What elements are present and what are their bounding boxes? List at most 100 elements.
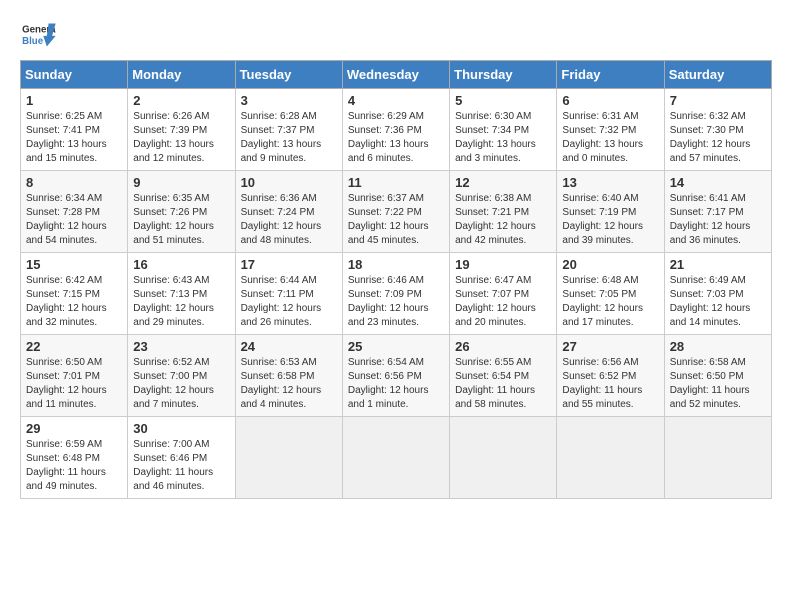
day-header-monday: Monday — [128, 61, 235, 89]
calendar-row-4: 22 Sunrise: 6:50 AMSunset: 7:01 PMDayligh… — [21, 335, 772, 417]
day-details: Sunrise: 6:38 AMSunset: 7:21 PMDaylight:… — [455, 192, 551, 248]
day-number: 14 — [670, 175, 766, 190]
day-number: 21 — [670, 257, 766, 272]
day-cell-5: 5 Sunrise: 6:30 AMSunset: 7:34 PMDaylight… — [450, 89, 557, 171]
page-header: General Blue — [20, 20, 772, 50]
day-cell-22: 22 Sunrise: 6:50 AMSunset: 7:01 PMDayligh… — [21, 335, 128, 417]
day-cell-20: 20 Sunrise: 6:48 AMSunset: 7:05 PMDayligh… — [557, 253, 664, 335]
day-cell-4: 4 Sunrise: 6:29 AMSunset: 7:36 PMDaylight… — [342, 89, 449, 171]
day-details: Sunrise: 6:58 AMSunset: 6:50 PMDaylight:… — [670, 356, 766, 412]
day-details: Sunrise: 6:28 AMSunset: 7:37 PMDaylight:… — [241, 110, 337, 166]
day-header-sunday: Sunday — [21, 61, 128, 89]
calendar-table: SundayMondayTuesdayWednesdayThursdayFrid… — [20, 60, 772, 499]
day-details: Sunrise: 6:25 AMSunset: 7:41 PMDaylight:… — [26, 110, 122, 166]
day-cell-26: 26 Sunrise: 6:55 AMSunset: 6:54 PMDayligh… — [450, 335, 557, 417]
day-details: Sunrise: 6:47 AMSunset: 7:07 PMDaylight:… — [455, 274, 551, 330]
day-cell-29: 29Sunrise: 6:59 AMSunset: 6:48 PMDayligh… — [21, 417, 128, 499]
calendar-row-1: 1 Sunrise: 6:25 AMSunset: 7:41 PMDaylight… — [21, 89, 772, 171]
day-cell-24: 24 Sunrise: 6:53 AMSunset: 6:58 PMDayligh… — [235, 335, 342, 417]
logo-icon: General Blue — [20, 20, 56, 50]
header-row: SundayMondayTuesdayWednesdayThursdayFrid… — [21, 61, 772, 89]
day-number: 7 — [670, 93, 766, 108]
day-cell-15: 15Sunrise: 6:42 AMSunset: 7:15 PMDayligh… — [21, 253, 128, 335]
day-cell-21: 21 Sunrise: 6:49 AMSunset: 7:03 PMDayligh… — [664, 253, 771, 335]
calendar-row-5: 29Sunrise: 6:59 AMSunset: 6:48 PMDayligh… — [21, 417, 772, 499]
day-cell-30: 30 Sunrise: 7:00 AMSunset: 6:46 PMDayligh… — [128, 417, 235, 499]
day-details: Sunrise: 6:26 AMSunset: 7:39 PMDaylight:… — [133, 110, 229, 166]
day-cell-18: 18Sunrise: 6:46 AMSunset: 7:09 PMDayligh… — [342, 253, 449, 335]
day-number: 4 — [348, 93, 444, 108]
day-details: Sunrise: 6:30 AMSunset: 7:34 PMDaylight:… — [455, 110, 551, 166]
day-number: 19 — [455, 257, 551, 272]
day-cell-16: 16 Sunrise: 6:43 AMSunset: 7:13 PMDayligh… — [128, 253, 235, 335]
day-number: 9 — [133, 175, 229, 190]
day-cell-25: 25 Sunrise: 6:54 AMSunset: 6:56 PMDayligh… — [342, 335, 449, 417]
day-number: 16 — [133, 257, 229, 272]
day-cell-13: 13Sunrise: 6:40 AMSunset: 7:19 PMDayligh… — [557, 171, 664, 253]
day-details: Sunrise: 6:41 AMSunset: 7:17 PMDaylight:… — [670, 192, 766, 248]
day-cell-3: 3 Sunrise: 6:28 AMSunset: 7:37 PMDaylight… — [235, 89, 342, 171]
day-number: 23 — [133, 339, 229, 354]
day-details: Sunrise: 6:40 AMSunset: 7:19 PMDaylight:… — [562, 192, 658, 248]
day-number: 11 — [348, 175, 444, 190]
day-details: Sunrise: 7:00 AMSunset: 6:46 PMDaylight:… — [133, 438, 229, 494]
calendar-row-3: 15Sunrise: 6:42 AMSunset: 7:15 PMDayligh… — [21, 253, 772, 335]
day-number: 17 — [241, 257, 337, 272]
day-number: 5 — [455, 93, 551, 108]
day-cell-9: 9 Sunrise: 6:35 AMSunset: 7:26 PMDaylight… — [128, 171, 235, 253]
day-cell-28: 28 Sunrise: 6:58 AMSunset: 6:50 PMDayligh… — [664, 335, 771, 417]
day-details: Sunrise: 6:32 AMSunset: 7:30 PMDaylight:… — [670, 110, 766, 166]
day-number: 25 — [348, 339, 444, 354]
day-number: 27 — [562, 339, 658, 354]
day-number: 1 — [26, 93, 122, 108]
empty-cell — [235, 417, 342, 499]
day-number: 10 — [241, 175, 337, 190]
day-details: Sunrise: 6:29 AMSunset: 7:36 PMDaylight:… — [348, 110, 444, 166]
day-header-saturday: Saturday — [664, 61, 771, 89]
calendar-row-2: 8Sunrise: 6:34 AMSunset: 7:28 PMDaylight… — [21, 171, 772, 253]
empty-cell — [342, 417, 449, 499]
day-number: 22 — [26, 339, 122, 354]
day-details: Sunrise: 6:49 AMSunset: 7:03 PMDaylight:… — [670, 274, 766, 330]
day-cell-19: 19 Sunrise: 6:47 AMSunset: 7:07 PMDayligh… — [450, 253, 557, 335]
day-cell-8: 8Sunrise: 6:34 AMSunset: 7:28 PMDaylight… — [21, 171, 128, 253]
day-cell-27: 27Sunrise: 6:56 AMSunset: 6:52 PMDayligh… — [557, 335, 664, 417]
day-details: Sunrise: 6:44 AMSunset: 7:11 PMDaylight:… — [241, 274, 337, 330]
day-details: Sunrise: 6:35 AMSunset: 7:26 PMDaylight:… — [133, 192, 229, 248]
day-number: 20 — [562, 257, 658, 272]
day-cell-6: 6 Sunrise: 6:31 AMSunset: 7:32 PMDaylight… — [557, 89, 664, 171]
day-details: Sunrise: 6:46 AMSunset: 7:09 PMDaylight:… — [348, 274, 444, 330]
day-details: Sunrise: 6:50 AMSunset: 7:01 PMDaylight:… — [26, 356, 122, 412]
day-number: 2 — [133, 93, 229, 108]
day-details: Sunrise: 6:54 AMSunset: 6:56 PMDaylight:… — [348, 356, 444, 412]
day-number: 8 — [26, 175, 122, 190]
day-cell-17: 17 Sunrise: 6:44 AMSunset: 7:11 PMDayligh… — [235, 253, 342, 335]
day-details: Sunrise: 6:55 AMSunset: 6:54 PMDaylight:… — [455, 356, 551, 412]
day-number: 12 — [455, 175, 551, 190]
day-details: Sunrise: 6:31 AMSunset: 7:32 PMDaylight:… — [562, 110, 658, 166]
empty-cell — [557, 417, 664, 499]
day-details: Sunrise: 6:43 AMSunset: 7:13 PMDaylight:… — [133, 274, 229, 330]
day-cell-12: 12 Sunrise: 6:38 AMSunset: 7:21 PMDayligh… — [450, 171, 557, 253]
day-number: 30 — [133, 421, 229, 436]
day-details: Sunrise: 6:59 AMSunset: 6:48 PMDaylight:… — [26, 438, 122, 494]
day-header-wednesday: Wednesday — [342, 61, 449, 89]
day-cell-23: 23Sunrise: 6:52 AMSunset: 7:00 PMDayligh… — [128, 335, 235, 417]
day-cell-11: 11 Sunrise: 6:37 AMSunset: 7:22 PMDayligh… — [342, 171, 449, 253]
day-number: 26 — [455, 339, 551, 354]
day-header-thursday: Thursday — [450, 61, 557, 89]
day-number: 3 — [241, 93, 337, 108]
empty-cell — [450, 417, 557, 499]
day-details: Sunrise: 6:37 AMSunset: 7:22 PMDaylight:… — [348, 192, 444, 248]
day-cell-7: 7 Sunrise: 6:32 AMSunset: 7:30 PMDaylight… — [664, 89, 771, 171]
day-details: Sunrise: 6:53 AMSunset: 6:58 PMDaylight:… — [241, 356, 337, 412]
day-cell-14: 14 Sunrise: 6:41 AMSunset: 7:17 PMDayligh… — [664, 171, 771, 253]
day-number: 24 — [241, 339, 337, 354]
day-details: Sunrise: 6:36 AMSunset: 7:24 PMDaylight:… — [241, 192, 337, 248]
day-cell-1: 1 Sunrise: 6:25 AMSunset: 7:41 PMDaylight… — [21, 89, 128, 171]
day-details: Sunrise: 6:48 AMSunset: 7:05 PMDaylight:… — [562, 274, 658, 330]
day-cell-2: 2 Sunrise: 6:26 AMSunset: 7:39 PMDaylight… — [128, 89, 235, 171]
day-number: 6 — [562, 93, 658, 108]
day-header-friday: Friday — [557, 61, 664, 89]
day-number: 28 — [670, 339, 766, 354]
